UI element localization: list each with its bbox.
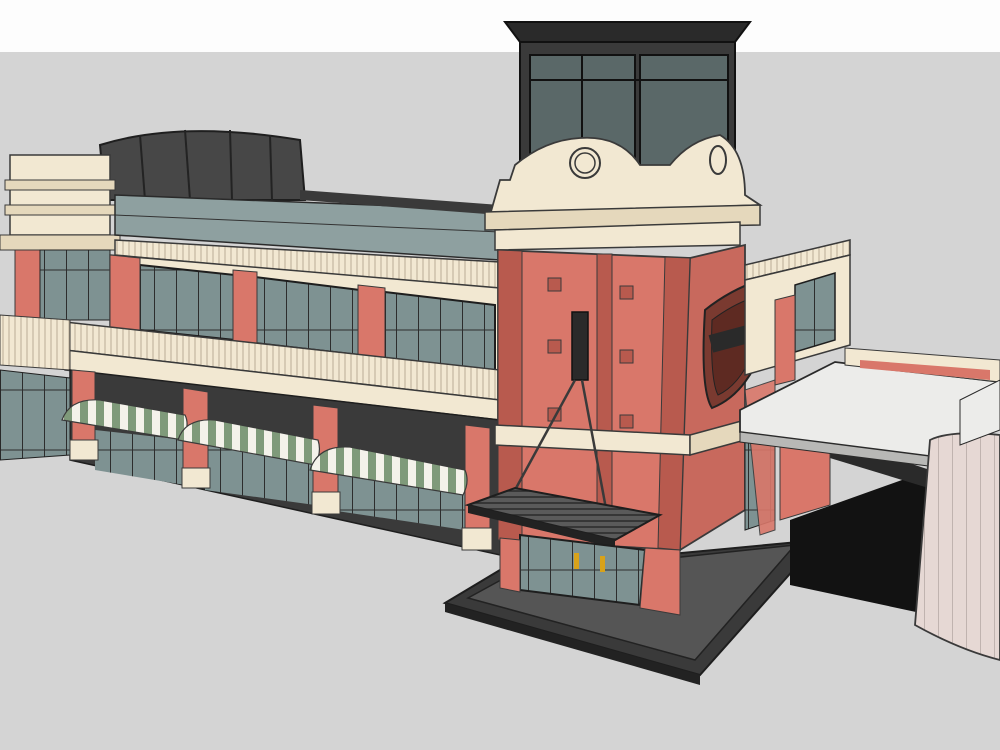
left-corner-pavilion [0, 154, 121, 331]
building-render [0, 21, 1000, 685]
model-viewport [0, 0, 1000, 750]
door-handle-left [574, 553, 579, 569]
door-handle-right [600, 556, 605, 572]
dome-roof [98, 129, 307, 201]
